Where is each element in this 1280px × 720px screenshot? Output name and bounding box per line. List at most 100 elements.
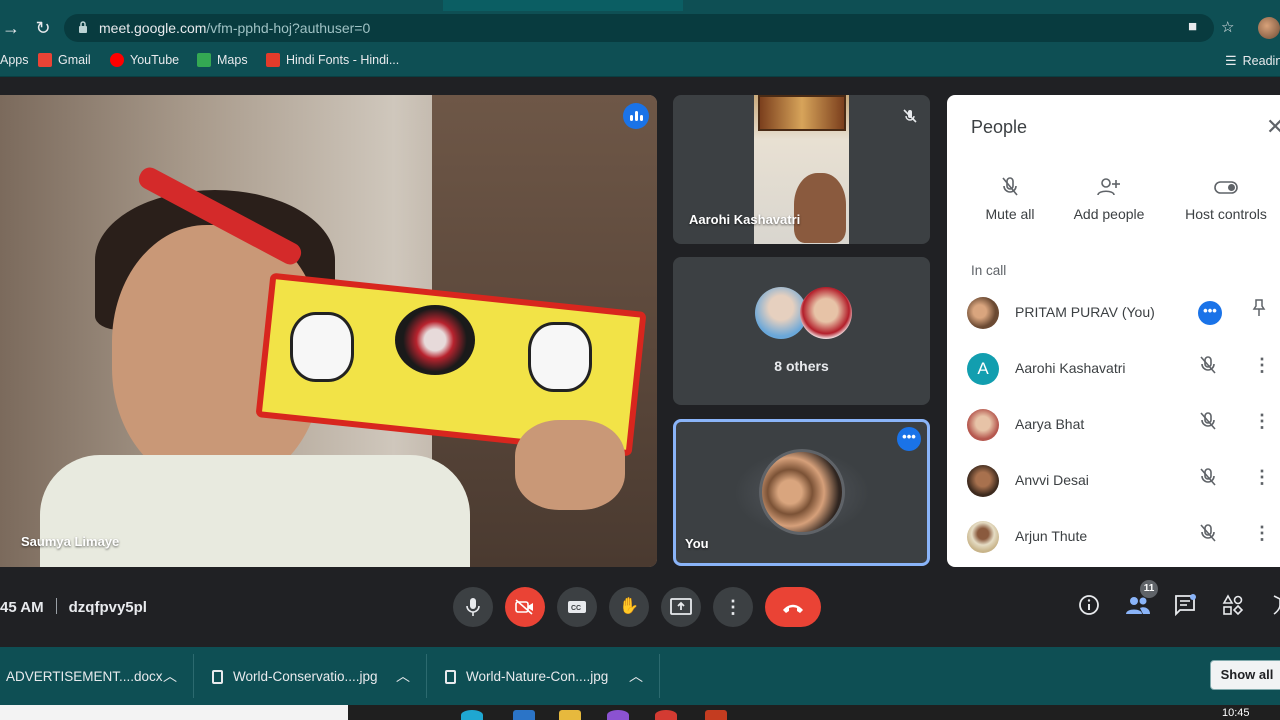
download-item[interactable]: ADVERTISEMENT....docx: [6, 669, 163, 684]
tab-other[interactable]: [683, 0, 1280, 11]
present-button[interactable]: [661, 587, 701, 627]
flower-decoration: [395, 305, 475, 375]
present-screen-icon: [670, 597, 692, 615]
camera-off-icon: [515, 599, 533, 615]
more-vert-icon[interactable]: ⋮: [1253, 467, 1271, 488]
participant-hand: [515, 420, 625, 510]
host-controls-button[interactable]: Host controls: [1171, 176, 1280, 222]
tab-active[interactable]: [0, 0, 443, 11]
chrome-icon[interactable]: [655, 710, 677, 720]
folder-icon[interactable]: [559, 710, 581, 720]
camera-blocked-icon[interactable]: ■: [1188, 18, 1197, 35]
people-icon[interactable]: [1125, 594, 1151, 622]
activities-icon[interactable]: [1222, 594, 1244, 622]
more-vert-icon[interactable]: ⋮: [1253, 355, 1271, 376]
more-options-icon[interactable]: •••: [1198, 301, 1222, 325]
file-icon: [445, 669, 456, 684]
hindi-fonts-icon: [266, 53, 280, 67]
panel-title: People: [971, 117, 1028, 137]
bookmark-label: Hindi Fonts - Hindi...: [286, 53, 400, 67]
bookmarks-bar: [0, 45, 1280, 77]
reading-list-icon: ☰: [1225, 53, 1237, 68]
bookmark-maps[interactable]: Maps: [197, 53, 248, 67]
wall-frame: [758, 95, 846, 131]
divider: [426, 654, 427, 698]
mic-off-icon[interactable]: [1199, 355, 1217, 380]
host-safety-icon[interactable]: [1268, 594, 1280, 622]
chevron-up-icon[interactable]: ︿: [396, 666, 410, 686]
bookmark-gmail[interactable]: Gmail: [38, 53, 91, 67]
panda-cutout: [290, 312, 354, 382]
more-vert-icon[interactable]: ⋮: [1253, 523, 1271, 544]
participant-row[interactable]: PRITAM PURAV (You) •••: [947, 285, 1280, 341]
camera-toggle-button[interactable]: [505, 587, 545, 627]
others-tile[interactable]: [673, 257, 930, 405]
reading-list[interactable]: ☰ Readin: [1225, 53, 1280, 69]
mic-off-icon[interactable]: [1199, 467, 1217, 492]
mic-off-icon[interactable]: [1199, 523, 1217, 548]
chevron-up-icon[interactable]: ︿: [629, 666, 643, 686]
avatar: [967, 465, 999, 497]
avatar: [967, 297, 999, 329]
chevron-up-icon[interactable]: ︿: [163, 666, 177, 686]
bookmark-apps[interactable]: Apps: [0, 53, 29, 67]
participant-figure: [794, 173, 846, 243]
participant-row[interactable]: Aarya Bhat ⋮: [947, 397, 1280, 453]
bookmark-hindi-fonts[interactable]: Hindi Fonts - Hindi...: [266, 53, 399, 67]
forward-icon[interactable]: →: [0, 17, 22, 39]
avatar: A: [967, 353, 999, 385]
show-all-button[interactable]: Show all: [1210, 660, 1280, 690]
taskbar-search[interactable]: [0, 705, 348, 720]
mute-all-label: Mute all: [985, 206, 1035, 222]
captions-button[interactable]: CC: [557, 587, 597, 627]
more-vert-icon[interactable]: ⋮: [1253, 411, 1271, 432]
star-icon[interactable]: ☆: [1221, 18, 1234, 36]
url-text: meet.google.com/vfm-pphd-hoj?authuser=0: [99, 20, 370, 36]
pin-icon[interactable]: [1252, 299, 1266, 322]
office-icon[interactable]: [705, 710, 727, 720]
reload-icon[interactable]: ↻: [32, 17, 54, 39]
mic-off-icon: [903, 109, 917, 123]
download-item[interactable]: World-Nature-Con....jpg: [445, 669, 608, 684]
self-more-options-icon[interactable]: •••: [897, 427, 921, 451]
meeting-info-icon[interactable]: [1078, 594, 1100, 622]
more-vert-icon: ⋮: [724, 597, 742, 617]
speaking-indicator-icon: [623, 103, 649, 129]
mic-off-icon: [955, 176, 1065, 206]
mute-all-button[interactable]: Mute all: [955, 176, 1065, 222]
meeting-details: 45 AM dzqfpvy5pl: [0, 598, 147, 616]
person-add-icon: [1054, 176, 1164, 206]
microphone-button[interactable]: [453, 587, 493, 627]
divider: [193, 654, 194, 698]
divider: [55, 598, 57, 614]
participant-name: Arjun Thute: [1015, 528, 1088, 544]
bookmark-youtube[interactable]: YouTube: [110, 53, 179, 67]
app-icon[interactable]: [513, 710, 535, 720]
more-options-button[interactable]: ⋮: [713, 587, 753, 627]
participant-row[interactable]: Arjun Thute ⋮: [947, 509, 1280, 565]
youtube-icon: [110, 53, 124, 67]
add-people-label: Add people: [1073, 206, 1145, 222]
bookmark-label: Apps: [0, 53, 29, 67]
others-avatar-2: [800, 287, 852, 339]
add-people-button[interactable]: Add people: [1054, 176, 1164, 222]
reading-list-label: Readin: [1242, 54, 1280, 68]
participant-row[interactable]: A Aarohi Kashavatri ⋮: [947, 341, 1280, 397]
download-item[interactable]: World-Conservatio....jpg: [212, 669, 378, 684]
url-path: /vfm-pphd-hoj?authuser=0: [206, 20, 371, 36]
avatar: [967, 521, 999, 553]
raise-hand-button[interactable]: ✋: [609, 587, 649, 627]
panda-cutout: [528, 322, 592, 392]
app-icon[interactable]: [607, 710, 629, 720]
edge-icon[interactable]: [461, 710, 483, 720]
self-tile-name: You: [685, 536, 709, 551]
file-icon: [212, 669, 223, 684]
mic-icon: [466, 597, 480, 616]
mic-off-icon[interactable]: [1199, 411, 1217, 436]
participant-row[interactable]: Anvvi Desai ⋮: [947, 453, 1280, 509]
close-icon[interactable]: ✕: [1266, 114, 1280, 140]
profile-avatar[interactable]: [1258, 17, 1280, 39]
chat-icon[interactable]: [1174, 594, 1196, 622]
gmail-icon: [38, 53, 52, 67]
leave-call-button[interactable]: [765, 587, 821, 627]
